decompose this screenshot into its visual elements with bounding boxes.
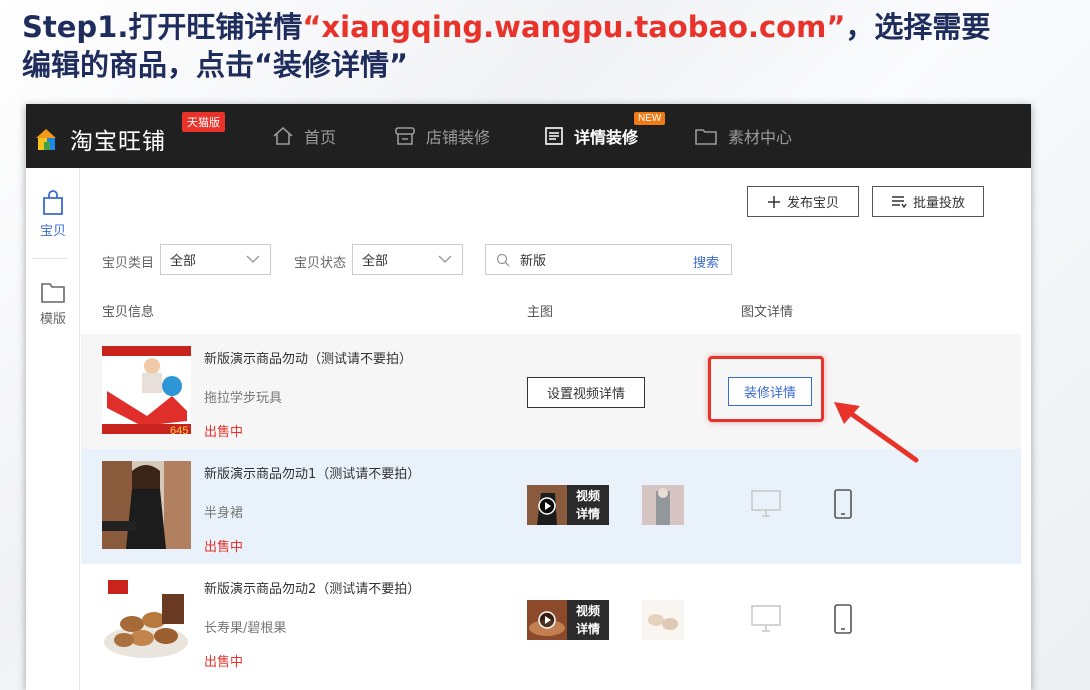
home-icon [273,126,293,145]
product-status: 出售中 [204,425,244,440]
product-thumbnail[interactable]: 645 [102,346,191,434]
list-icon [891,195,907,208]
slide-title: Step1.打开旺铺详情“xiangqing.wangpu.taobao.com… [22,8,1072,84]
product-title[interactable]: 新版演示商品勿动（测试请不要拍） [204,348,412,367]
thumb-price: 645 [170,425,188,434]
store-icon [395,127,415,145]
nav-home[interactable]: 首页 [272,104,336,168]
document-icon [545,127,563,145]
status-filter-label: 宝贝状态 [294,256,347,271]
nav-material-center-label: 素材中心 [728,128,793,147]
nav-detail-decor-label: 详情装修 [574,128,639,147]
product-thumbnail[interactable] [102,576,191,664]
chevron-down-icon [438,255,452,263]
decorate-detail-button[interactable]: 装修详情 [728,377,812,406]
bag-icon [43,190,63,215]
video-label-line1: 视频 [575,604,600,618]
video-detail-label: 视频 详情 [567,485,609,525]
product-status: 出售中 [204,540,244,555]
logo-icon [34,126,62,152]
video-detail-thumbnail[interactable]: 视频 详情 [527,485,609,525]
main-image-thumbnail[interactable] [642,485,684,525]
product-status: 出售中 [204,655,244,670]
header-item-info: 宝贝信息 [102,305,155,320]
pc-detail-icon[interactable] [751,490,781,518]
header-detail: 图文详情 [741,305,794,320]
product-thumbnail[interactable] [102,461,191,549]
batch-deploy-button[interactable]: 批量投放 [872,186,984,217]
status-select-value: 全部 [362,254,389,269]
search-icon [496,253,510,266]
nav-store-decor[interactable]: 店铺装修 [394,104,490,168]
set-video-detail-button[interactable]: 设置视频详情 [527,377,645,408]
video-label-line2: 详情 [575,507,600,521]
rail-item-products[interactable]: 宝贝 [26,190,80,239]
top-navbar: 淘宝旺铺 天猫版 首页 店铺装修 详情装修 NEW 素材中心 [26,104,1031,168]
nav-home-label: 首页 [304,128,337,147]
status-select[interactable]: 全部 [352,244,463,275]
category-filter-label: 宝贝类目 [102,256,155,271]
mobile-detail-icon[interactable] [833,604,853,634]
table-header: 宝贝信息 主图 图文详情 [81,293,1021,329]
tmall-edition-badge: 天猫版 [182,112,225,132]
left-rail: 宝贝 模版 [26,168,80,690]
folder-icon [695,129,717,145]
nav-store-decor-label: 店铺装修 [426,128,491,147]
rail-item-products-label: 宝贝 [39,224,66,239]
video-label-line2: 详情 [575,622,600,636]
slide-title-prefix: Step1.打开旺铺详情 [22,10,303,44]
rail-divider [32,258,68,259]
header-main-image: 主图 [527,305,554,320]
video-detail-label: 视频 详情 [567,600,609,640]
pc-detail-icon[interactable] [751,605,781,633]
logo-text: 淘宝旺铺 [70,129,166,155]
set-video-detail-label: 设置视频详情 [546,387,625,402]
mobile-detail-icon[interactable] [833,489,853,519]
rail-item-templates[interactable]: 模版 [26,280,80,327]
product-category: 半身裙 [204,506,244,521]
nav-detail-decor[interactable]: 详情装修 [544,104,638,168]
video-label-line1: 视频 [575,489,600,503]
main-image-thumbnail[interactable] [642,600,684,640]
slide-title-line2: 编辑的商品，点击“装修详情” [22,48,409,82]
annotation-arrow [834,402,919,463]
search-input[interactable]: 新版 [520,250,546,269]
chevron-down-icon [246,255,260,263]
slide-title-url: “xiangqing.wangpu.taobao.com” [302,10,846,44]
folder-icon [41,283,65,303]
publish-item-button[interactable]: 发布宝贝 [747,186,859,217]
slide-title-suffix: ，选择需要 [845,10,991,44]
publish-item-label: 发布宝贝 [786,196,839,211]
app-window: 淘宝旺铺 天猫版 首页 店铺装修 详情装修 NEW 素材中心 宝贝 模版 发布宝… [26,104,1031,690]
video-detail-thumbnail[interactable]: 视频 详情 [527,600,609,640]
wangpu-logo[interactable]: 淘宝旺铺 [34,122,166,156]
category-select-value: 全部 [170,254,197,269]
product-category: 拖拉学步玩具 [204,391,283,406]
new-badge: NEW [634,112,666,125]
search-button[interactable]: 搜索 [693,252,719,271]
category-select[interactable]: 全部 [160,244,271,275]
product-category: 长寿果/碧根果 [204,621,287,636]
decorate-detail-label: 装修详情 [743,386,796,401]
batch-deploy-label: 批量投放 [912,196,965,211]
product-title[interactable]: 新版演示商品勿动2（测试请不要拍） [204,578,420,597]
rail-item-templates-label: 模版 [39,312,66,327]
product-title[interactable]: 新版演示商品勿动1（测试请不要拍） [204,463,420,482]
table-row: 新版演示商品勿动2（测试请不要拍） 长寿果/碧根果 出售中 视频 详情 [81,564,1021,679]
nav-material-center[interactable]: 素材中心 [694,104,792,168]
plus-icon [767,195,780,208]
search-box[interactable]: 新版 搜索 [485,244,732,275]
